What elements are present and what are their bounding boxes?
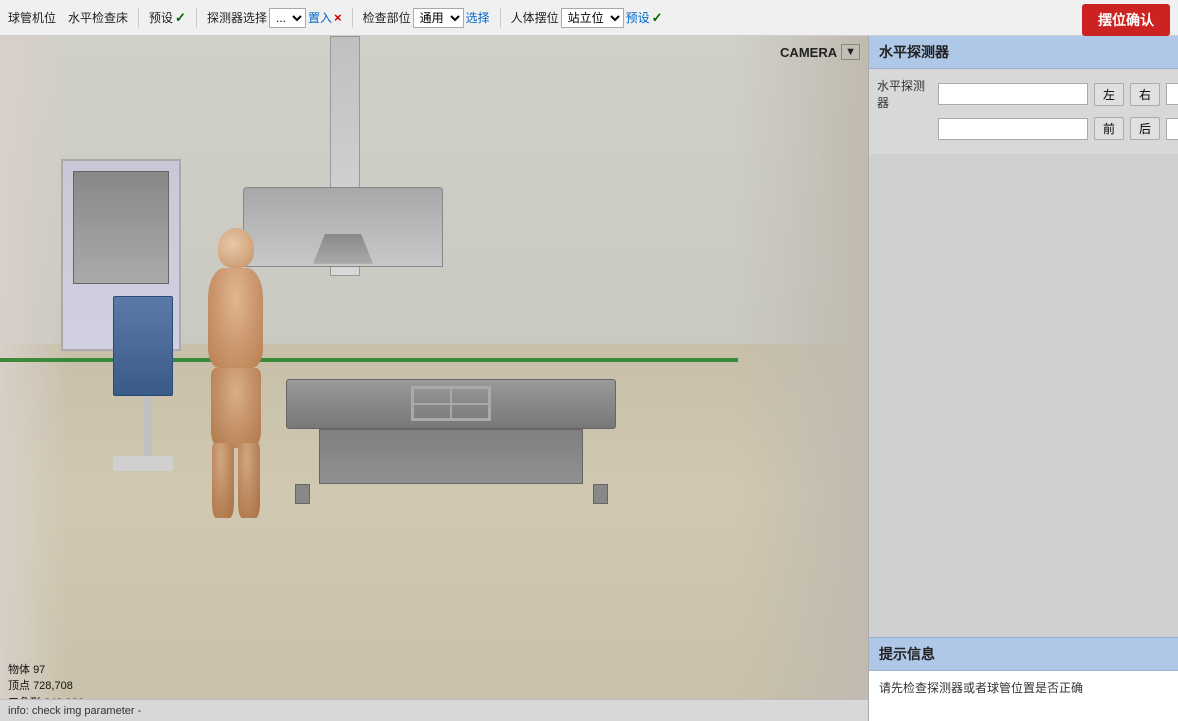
tube-position-item: 球管机位: [4, 7, 60, 28]
info-text: info: check img parameter -: [8, 705, 141, 717]
exam-part-dropdown[interactable]: 通用: [413, 8, 464, 28]
preset2-label: 预设: [626, 9, 650, 26]
info-bar: info: check img parameter -: [0, 699, 868, 721]
table-leg-left: [295, 484, 310, 504]
detector-lr-row: 水平探测器 左 右: [877, 77, 1170, 111]
table-type-item: 水平检查床: [64, 7, 132, 28]
3d-viewport[interactable]: 成像参数 FOV(cm):--x-- SID(cm): -- 无 ×: [0, 36, 868, 721]
right-panel: 水平探测器 水平探测器 左 右 前 后 提示信息 请先检查探测器或者球管位置是否…: [868, 36, 1178, 721]
main-layout: 成像参数 FOV(cm):--x-- SID(cm): -- 无 ×: [0, 36, 1178, 721]
exam-part-label: 检查部位: [363, 9, 411, 26]
sep1: [138, 8, 139, 28]
detector-right-btn[interactable]: 右: [1130, 83, 1160, 106]
insert-btn[interactable]: 置入: [308, 9, 332, 26]
table-type-label: 水平检查床: [68, 9, 128, 26]
detector-on-stand: [113, 296, 183, 604]
stand-pole: [144, 396, 152, 456]
clear-detector-btn[interactable]: ×: [334, 10, 342, 25]
preset1-check-btn[interactable]: ✓: [175, 10, 186, 26]
detector-select-label: 探测器选择: [207, 9, 267, 26]
hint-content: 请先检查探测器或者球管位置是否正确: [869, 671, 1178, 721]
detector-input-field3[interactable]: [938, 118, 1088, 140]
camera-dropdown-btn[interactable]: ▼: [841, 44, 860, 60]
detector-back-btn[interactable]: 后: [1130, 117, 1160, 140]
vertex-count: 728,708: [33, 680, 73, 692]
human-lower-torso: [211, 368, 261, 448]
table-grid: [411, 386, 491, 421]
camera-label: CAMERA: [780, 45, 837, 60]
toolbar: 球管机位 水平检查床 预设 ✓ 探测器选择 ... 置入 × 检查部位 通用 选…: [0, 0, 1178, 36]
obj-stat: 物体 97: [8, 662, 84, 679]
detector-input-field2[interactable]: [1166, 83, 1178, 105]
detector-front-btn[interactable]: 前: [1094, 117, 1124, 140]
confirm-position-btn[interactable]: 摆位确认: [1082, 4, 1170, 36]
vertex-label: 顶点: [8, 680, 30, 692]
human-head: [218, 228, 254, 268]
human-legs: [212, 443, 260, 518]
scene-canvas: CAMERA ▼ 物体 97 顶点 728,708 三角形 242,906 in…: [0, 36, 868, 721]
table-legs: [295, 484, 608, 504]
body-position-label: 人体摆位: [511, 9, 559, 26]
exam-part-item: 检查部位 通用 选择: [359, 6, 494, 30]
detector-cone: [313, 234, 373, 264]
table-leg-right: [593, 484, 608, 504]
detector-panel: [113, 296, 173, 396]
vertex-stat: 顶点 728,708: [8, 678, 84, 695]
body-position-item: 人体摆位 站立位 预设 ✓: [507, 6, 667, 30]
grid-cell-2: [451, 388, 489, 404]
preset1-label: 预设: [149, 9, 173, 26]
right-wall: [738, 36, 868, 721]
sep2: [196, 8, 197, 28]
exam-table: [286, 379, 616, 639]
hint-section: 提示信息 请先检查探测器或者球管位置是否正确: [869, 637, 1178, 721]
detector-input-field[interactable]: [938, 83, 1088, 105]
camera-label-area: CAMERA ▼: [780, 44, 860, 60]
obj-label: 物体: [8, 664, 30, 676]
detector-left-btn[interactable]: 左: [1094, 83, 1124, 106]
detector-select-dropdown[interactable]: ...: [269, 8, 306, 28]
preset2-check-btn[interactable]: ✓: [652, 10, 663, 26]
table-top: [286, 379, 616, 429]
detector-panel-title: 水平探测器: [869, 36, 1178, 69]
human-torso: [208, 268, 263, 368]
human-right-leg: [238, 443, 260, 518]
obj-count: 97: [33, 664, 45, 676]
human-left-leg: [212, 443, 234, 518]
human-figure: [191, 228, 281, 605]
detector-input-field4[interactable]: [1166, 118, 1178, 140]
body-position-dropdown[interactable]: 站立位: [561, 8, 624, 28]
left-wall: [0, 36, 69, 721]
preset1-item: 预设 ✓: [145, 7, 190, 28]
sep3: [352, 8, 353, 28]
hint-title: 提示信息: [869, 637, 1178, 671]
grid-cell-4: [451, 404, 489, 420]
sep4: [500, 8, 501, 28]
detector-fb-row: 前 后: [877, 117, 1170, 140]
table-body: [319, 429, 583, 484]
stand-base: [113, 456, 173, 471]
grid-cell-3: [413, 404, 451, 420]
detector-controls: 水平探测器 左 右 前 后: [869, 69, 1178, 154]
detector-select-item: 探测器选择 ... 置入 ×: [203, 6, 346, 30]
grid-cell-1: [413, 388, 451, 404]
select-exam-btn[interactable]: 选择: [466, 9, 490, 26]
panel-spacer: [869, 154, 1178, 637]
tube-position-label: 球管机位: [8, 9, 56, 26]
detector-label-text: 水平探测器: [877, 77, 932, 111]
green-baseboard: [0, 358, 738, 362]
wall-panel-screen: [73, 171, 169, 284]
